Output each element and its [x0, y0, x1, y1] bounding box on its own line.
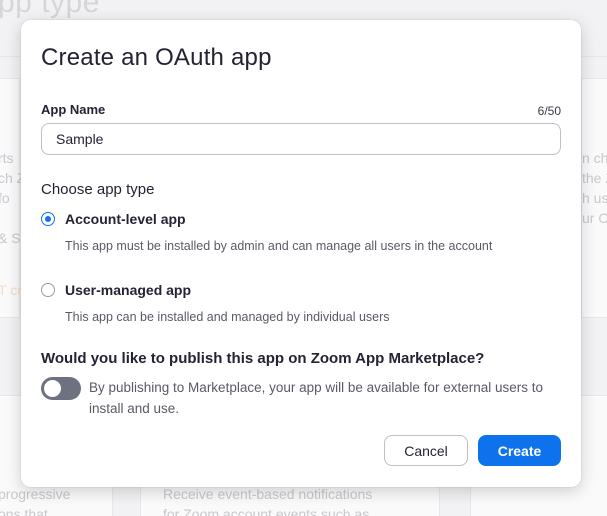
background-text: n ch	[582, 150, 607, 166]
background-text: fo	[0, 190, 10, 206]
app-name-char-count: 6/50	[537, 104, 561, 118]
background-text: ons that	[0, 506, 48, 516]
publish-question: Would you like to publish this app on Zo…	[41, 350, 485, 367]
background-text: rts	[0, 150, 14, 166]
background-text: for Zoom account events such as	[163, 506, 370, 516]
app-type-label: Choose app type	[41, 181, 155, 198]
app-name-input[interactable]	[41, 123, 561, 155]
background-text: progressive	[0, 486, 71, 502]
background-text: the Z	[582, 170, 607, 186]
publish-toggle[interactable]	[41, 377, 81, 400]
background-text: h us	[582, 190, 607, 206]
user-managed-radio[interactable]	[41, 283, 55, 297]
account-level-option-title[interactable]: Account-level app	[65, 211, 186, 227]
cancel-button[interactable]: Cancel	[384, 435, 468, 466]
account-level-option-description: This app must be installed by admin and …	[65, 239, 493, 253]
background-text: Receive event-based notifications	[163, 486, 373, 502]
create-oauth-app-dialog: Create an OAuth app App Name 6/50 Choose…	[21, 20, 581, 487]
user-managed-option-title[interactable]: User-managed app	[65, 282, 191, 298]
background-text: ur O	[582, 210, 607, 226]
background-text: T cr	[0, 282, 22, 298]
account-level-radio[interactable]	[41, 212, 55, 226]
dialog-title: Create an OAuth app	[41, 44, 272, 71]
publish-description: By publishing to Marketplace, your app w…	[89, 380, 543, 416]
user-managed-option-description: This app can be installed and managed by…	[65, 310, 390, 324]
toggle-knob	[44, 380, 61, 397]
background-text: & S	[0, 230, 21, 246]
create-button[interactable]: Create	[478, 435, 561, 466]
background-page-title: pp type	[0, 0, 100, 19]
app-name-label: App Name	[41, 102, 106, 117]
